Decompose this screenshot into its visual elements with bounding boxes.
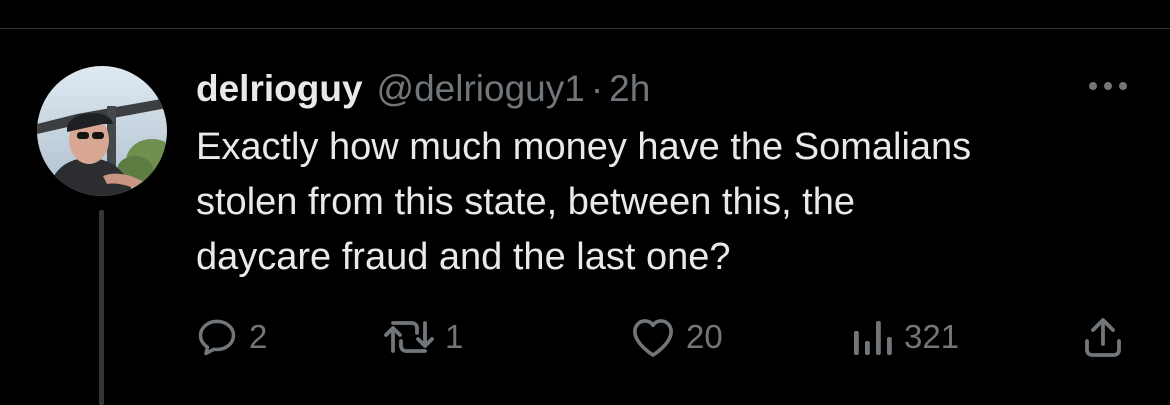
- like-button[interactable]: 20: [630, 312, 723, 362]
- tweet-header: delrioguy @delrioguy1 · 2h: [196, 66, 650, 112]
- share-icon: [1085, 318, 1121, 357]
- reply-button[interactable]: 2: [195, 312, 267, 362]
- share-button[interactable]: [1082, 312, 1124, 362]
- tweet-text-line: stolen from this state, between this, th…: [196, 181, 856, 223]
- more-options-button[interactable]: [1086, 74, 1130, 98]
- thread-connector-line: [99, 210, 104, 405]
- views-count: 321: [904, 318, 960, 355]
- tweet-text-line: Exactly how much money have the Somalian…: [196, 126, 972, 168]
- more-options-icon: [1089, 82, 1127, 90]
- tweet-text: Exactly how much money have the Somalian…: [196, 120, 1136, 285]
- top-divider: [0, 28, 1170, 29]
- action-bar: 2 1 20 321: [0, 312, 1170, 362]
- avatar[interactable]: [37, 66, 167, 196]
- tweet-text-line: daycare fraud and the last one?: [196, 236, 731, 278]
- heart-icon: [633, 319, 673, 357]
- user-handle[interactable]: @delrioguy1: [377, 68, 585, 110]
- like-count: 20: [686, 318, 723, 355]
- reply-icon: [198, 319, 236, 356]
- views-bar-chart-icon: [854, 321, 892, 355]
- retweet-count: 1: [445, 318, 464, 355]
- reply-count: 2: [249, 318, 268, 355]
- views-button[interactable]: 321: [850, 312, 959, 362]
- timestamp[interactable]: 2h: [609, 68, 650, 110]
- retweet-button[interactable]: 1: [383, 312, 463, 362]
- display-name[interactable]: delrioguy: [196, 68, 363, 110]
- retweet-icon: [384, 321, 434, 353]
- separator-dot: ·: [590, 68, 604, 109]
